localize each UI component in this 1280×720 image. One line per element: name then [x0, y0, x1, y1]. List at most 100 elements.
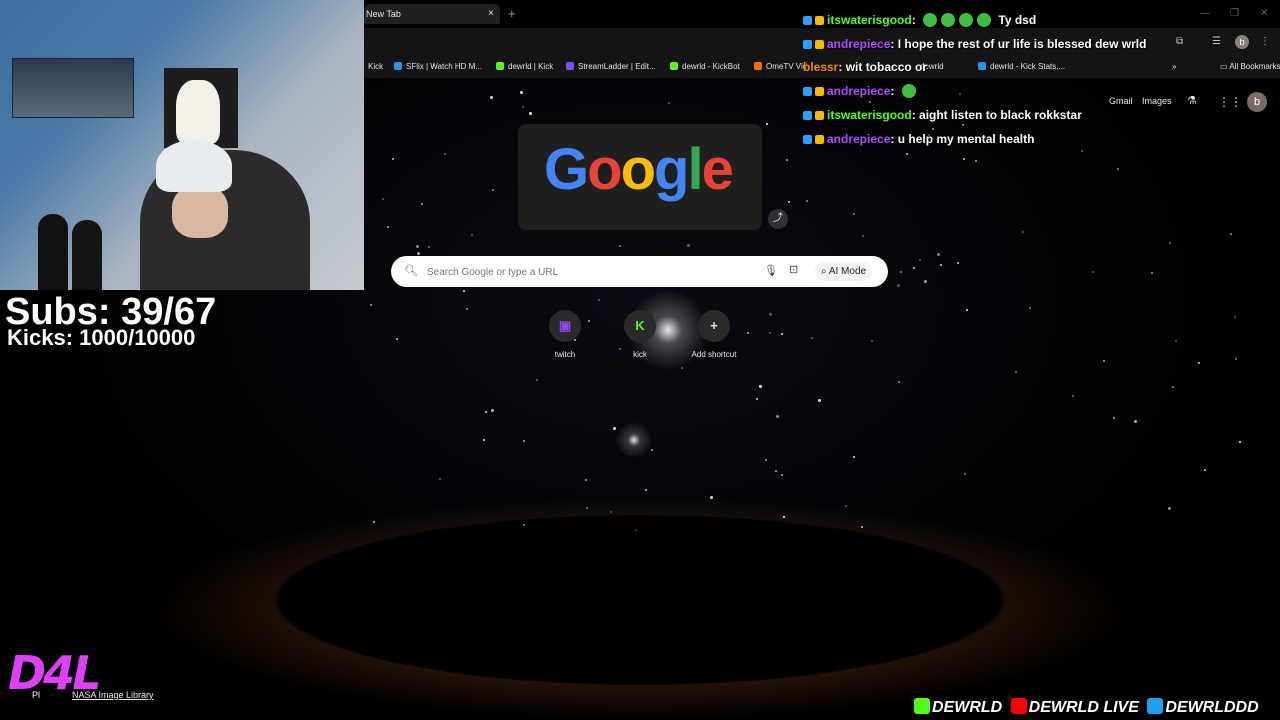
shortcut-add[interactable]: + Add shortcut — [684, 310, 744, 359]
more-bookmarks-icon[interactable]: » — [1172, 62, 1176, 71]
emote-icon — [959, 13, 974, 27]
tab-close-icon[interactable]: × — [488, 4, 494, 24]
shortcut-label: Add shortcut — [691, 350, 737, 359]
doodle-letter: G — [544, 137, 589, 202]
minimize-icon[interactable]: — — [1200, 8, 1210, 19]
microphone-icon[interactable]: 🎙︎ — [764, 264, 778, 277]
star — [667, 102, 670, 105]
star — [484, 410, 487, 413]
star — [528, 112, 532, 116]
new-tab-button[interactable]: + — [508, 6, 516, 21]
account-avatar[interactable]: b — [1247, 92, 1267, 112]
socials-banner: DEWRLD DEWRLD LIVE DEWRLDDD — [914, 698, 1259, 718]
doodle-letter: g — [654, 137, 689, 202]
profile-avatar[interactable]: b — [1235, 35, 1249, 49]
star — [1229, 232, 1232, 235]
badge-icon — [803, 87, 812, 96]
star — [1072, 394, 1075, 397]
bookmark-item[interactable]: dewrld | Kick — [496, 62, 553, 71]
youtube-icon — [1010, 698, 1027, 714]
chat-username: andrepiece — [827, 132, 891, 146]
twitter-handle: DEWRLDDD — [1165, 699, 1259, 716]
skateboard — [38, 214, 68, 290]
star — [1029, 306, 1032, 309]
chat-message: itswaterisgood: aight listen to black ro… — [803, 108, 1082, 122]
star — [961, 123, 964, 126]
emote-icon — [941, 13, 956, 27]
kickstats-icon — [978, 62, 986, 70]
maximize-icon[interactable]: ❐ — [1230, 8, 1239, 19]
bookmark-item[interactable]: StreamLadder | Edit... — [566, 62, 656, 71]
emote-icon — [977, 13, 992, 27]
goose-figure — [176, 80, 220, 144]
doodle-logo: Google — [544, 136, 734, 203]
star — [598, 298, 601, 301]
streamladder-icon — [566, 62, 574, 70]
crown-icon — [815, 16, 824, 25]
star — [610, 510, 613, 513]
images-link[interactable]: Images — [1142, 96, 1172, 106]
star — [415, 244, 419, 248]
tab-new-tab[interactable]: New Tab × — [364, 4, 500, 24]
star — [443, 153, 446, 156]
star — [870, 339, 873, 342]
extensions-icon[interactable]: ⧉ — [1176, 36, 1183, 47]
star — [931, 127, 934, 130]
star — [897, 380, 900, 383]
kick-icon — [914, 698, 930, 714]
bridge-poster — [12, 58, 134, 118]
all-bookmarks[interactable]: ▭ All Bookmarks — [1220, 62, 1280, 71]
bookmark-item[interactable]: dewrld - KickBot — [670, 62, 740, 71]
media-controls-icon[interactable]: ☰ — [1212, 36, 1221, 47]
shortcut-twitch[interactable]: ▣ twitch — [535, 310, 595, 359]
emote-icon — [901, 84, 916, 98]
share-doodle-icon[interactable]: ⤴ — [768, 209, 788, 229]
bookmark-item[interactable]: dewrld - Kick Stats,... — [978, 62, 1065, 71]
bookmark-item[interactable]: OmeTV Vid — [754, 62, 807, 71]
menu-icon[interactable]: ⋮ — [1260, 36, 1270, 47]
star — [710, 495, 713, 499]
streamer-face — [172, 186, 228, 238]
youtube-handle: DEWRLD LIVE — [1028, 699, 1139, 716]
search-input[interactable] — [425, 262, 749, 282]
plus-icon: + — [698, 310, 730, 342]
star — [860, 525, 863, 528]
tab-title: New Tab — [366, 9, 401, 19]
kick-handle: DEWRLD — [932, 699, 1003, 716]
ometv-icon — [754, 62, 762, 70]
sflix-icon — [394, 62, 402, 70]
labs-flask-icon[interactable]: ⚗ — [1187, 94, 1197, 107]
chat-username: blessr — [803, 60, 839, 74]
badge-icon — [803, 16, 812, 25]
star — [782, 515, 785, 518]
chat-message: itswaterisgood: Ty dsd — [803, 13, 1036, 27]
bookmark-item[interactable]: Kick — [368, 62, 383, 71]
close-window-icon[interactable]: ✕ — [1260, 8, 1268, 19]
star — [912, 266, 915, 269]
chat-message: andrepiece: I hope the rest of ur life i… — [803, 37, 1146, 51]
google-doodle[interactable]: Google — [518, 124, 762, 230]
ai-mode-button[interactable]: ⌕ AI Mode — [815, 262, 873, 281]
chat-message: andrepiece: u help my mental health — [803, 132, 1034, 146]
apps-grid-icon[interactable]: ⋮⋮ — [1218, 95, 1242, 109]
shortcut-label: twitch — [554, 350, 576, 359]
kicks-goal: Kicks: 1000/10000 — [7, 325, 196, 350]
shortcut-kick[interactable]: K kick — [610, 310, 670, 359]
crown-icon — [815, 87, 824, 96]
twitch-icon: ▣ — [549, 310, 581, 342]
kick-icon: K — [624, 310, 656, 342]
star — [780, 473, 783, 476]
bookmark-item[interactable]: SFlix | Watch HD M... — [394, 62, 482, 71]
star — [462, 289, 465, 292]
star — [962, 157, 965, 160]
star — [490, 408, 494, 412]
star — [764, 458, 767, 461]
chat-username: itswaterisgood — [827, 13, 912, 27]
google-lens-icon[interactable]: ⊡ — [789, 263, 798, 276]
shortcut-label: kick — [633, 350, 647, 359]
doodle-letter: o — [587, 137, 622, 202]
gmail-link[interactable]: Gmail — [1109, 96, 1133, 106]
star — [584, 479, 587, 481]
search-box[interactable]: 🔍︎ 🎙︎ ⊡ ⌕ AI Mode — [391, 256, 888, 287]
badge-icon — [803, 111, 812, 120]
